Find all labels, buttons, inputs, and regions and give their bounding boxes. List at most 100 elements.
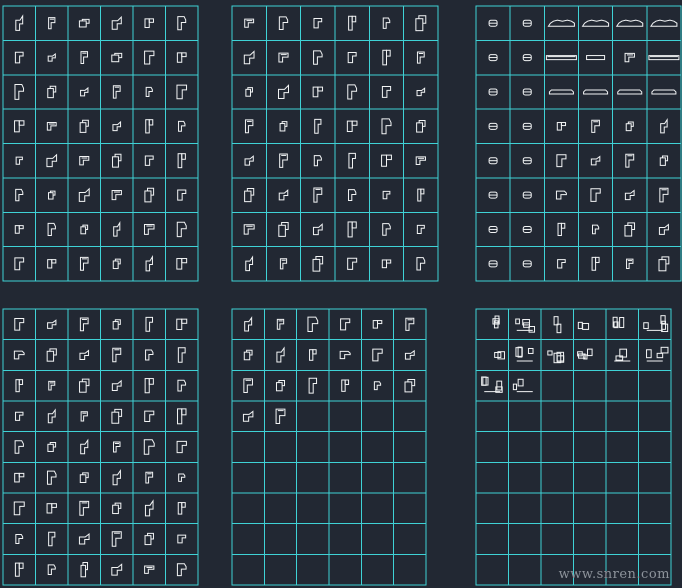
moulding-profile-icon[interactable] [245, 255, 254, 272]
moulding-profile-icon[interactable] [591, 224, 600, 235]
moulding-profile-icon[interactable] [112, 502, 122, 515]
moulding-profile-icon[interactable] [145, 255, 153, 272]
moulding-profile-icon[interactable] [144, 187, 155, 203]
moulding-profile-icon[interactable] [339, 350, 351, 360]
moulding-profile-icon[interactable] [79, 472, 89, 484]
moulding-profile-icon[interactable] [79, 317, 89, 332]
moulding-profile-icon[interactable] [13, 501, 25, 516]
moulding-profile-icon[interactable] [112, 153, 122, 168]
moulding-profile-icon[interactable] [382, 49, 391, 66]
moulding-profile-icon[interactable] [373, 381, 382, 391]
moulding-profile-icon[interactable] [308, 377, 318, 394]
moulding-profile-icon[interactable] [312, 86, 324, 98]
moulding-profile-icon[interactable] [176, 221, 187, 238]
moulding-profile-icon[interactable] [625, 153, 635, 168]
moulding-profile-icon[interactable] [276, 346, 285, 363]
moulding-profile-icon[interactable] [177, 347, 186, 363]
moulding-profile-icon[interactable] [488, 19, 498, 27]
moulding-profile-icon[interactable] [488, 157, 498, 165]
moulding-profile-icon[interactable] [279, 258, 288, 270]
moulding-profile-icon[interactable] [177, 153, 186, 169]
moulding-profile-icon[interactable] [346, 120, 358, 133]
moulding-profile-icon[interactable] [244, 18, 255, 28]
moulding-profile-icon[interactable] [547, 350, 565, 364]
moulding-profile-icon[interactable] [79, 119, 89, 133]
moulding-profile-icon[interactable] [347, 221, 357, 238]
moulding-profile-icon[interactable] [80, 86, 89, 97]
moulding-profile-icon[interactable] [14, 318, 25, 331]
moulding-profile-icon[interactable] [143, 224, 155, 235]
moulding-profile-icon[interactable] [111, 190, 122, 201]
moulding-profile-icon[interactable] [591, 119, 600, 133]
moulding-profile-icon[interactable] [348, 189, 357, 201]
moulding-profile-icon[interactable] [522, 191, 532, 199]
moulding-profile-icon[interactable] [48, 190, 56, 200]
moulding-profile-icon[interactable] [112, 85, 121, 99]
moulding-profile-icon[interactable] [46, 122, 57, 131]
moulding-profile-icon[interactable] [80, 224, 89, 235]
moulding-profile-icon[interactable] [112, 347, 122, 363]
moulding-profile-icon[interactable] [176, 258, 188, 270]
moulding-profile-icon[interactable] [47, 259, 57, 269]
moulding-profile-icon[interactable] [14, 257, 25, 271]
moulding-profile-icon[interactable] [78, 532, 90, 545]
moulding-profile-icon[interactable] [80, 562, 88, 578]
moulding-profile-icon[interactable] [658, 256, 670, 272]
moulding-profile-icon[interactable] [659, 155, 669, 166]
moulding-profile-icon[interactable] [145, 119, 154, 134]
moulding-profile-icon[interactable] [405, 317, 415, 331]
moulding-profile-icon[interactable] [522, 88, 532, 96]
moulding-profile-icon[interactable] [382, 223, 391, 236]
moulding-profile-icon[interactable] [348, 15, 357, 31]
moulding-profile-icon[interactable] [111, 379, 122, 391]
moulding-profile-icon[interactable] [279, 153, 288, 168]
moulding-profile-icon[interactable] [381, 154, 392, 167]
moulding-profile-icon[interactable] [15, 14, 24, 31]
moulding-profile-icon[interactable] [416, 51, 425, 64]
moulding-profile-icon[interactable] [111, 408, 123, 424]
moulding-profile-icon[interactable] [243, 349, 253, 361]
moulding-profile-icon[interactable] [557, 259, 566, 269]
moulding-profile-icon[interactable] [14, 440, 24, 454]
moulding-profile-icon[interactable] [416, 224, 425, 234]
moulding-profile-icon[interactable] [243, 378, 253, 394]
moulding-profile-icon[interactable] [47, 222, 56, 237]
moulding-profile-icon[interactable] [48, 380, 56, 391]
moulding-profile-icon[interactable] [111, 531, 122, 547]
moulding-profile-icon[interactable] [15, 379, 24, 393]
moulding-profile-icon[interactable] [313, 187, 323, 203]
moulding-profile-icon[interactable] [522, 260, 532, 268]
moulding-profile-icon[interactable] [112, 319, 121, 330]
moulding-profile-icon[interactable] [144, 410, 155, 423]
moulding-profile-icon[interactable] [416, 257, 426, 271]
moulding-profile-icon[interactable] [176, 440, 187, 454]
moulding-profile-icon[interactable] [417, 188, 425, 202]
moulding-profile-icon[interactable] [347, 257, 358, 270]
moulding-profile-icon[interactable] [79, 378, 90, 393]
moulding-profile-icon[interactable] [244, 119, 254, 134]
moulding-profile-icon[interactable] [612, 316, 625, 329]
moulding-profile-icon[interactable] [492, 315, 500, 329]
moulding-profile-icon[interactable] [547, 19, 575, 27]
moulding-profile-icon[interactable] [244, 187, 255, 203]
moulding-profile-icon[interactable] [46, 503, 57, 514]
moulding-profile-icon[interactable] [347, 52, 357, 64]
moulding-profile-icon[interactable] [488, 54, 498, 62]
moulding-profile-icon[interactable] [312, 223, 323, 236]
moulding-profile-icon[interactable] [47, 442, 57, 452]
moulding-profile-icon[interactable] [275, 380, 286, 392]
moulding-profile-icon[interactable] [242, 410, 254, 422]
moulding-profile-icon[interactable] [577, 321, 590, 330]
moulding-profile-icon[interactable] [307, 316, 319, 333]
moulding-profile-icon[interactable] [556, 122, 567, 131]
moulding-profile-icon[interactable] [522, 54, 532, 62]
moulding-profile-icon[interactable] [144, 18, 154, 29]
moulding-profile-icon[interactable] [278, 84, 289, 99]
moulding-profile-icon[interactable] [15, 188, 24, 202]
moulding-profile-icon[interactable] [515, 318, 536, 333]
moulding-profile-icon[interactable] [278, 16, 289, 31]
moulding-profile-icon[interactable] [545, 55, 577, 61]
moulding-profile-icon[interactable] [15, 411, 24, 421]
moulding-profile-icon[interactable] [415, 156, 426, 166]
moulding-profile-icon[interactable] [144, 499, 154, 517]
